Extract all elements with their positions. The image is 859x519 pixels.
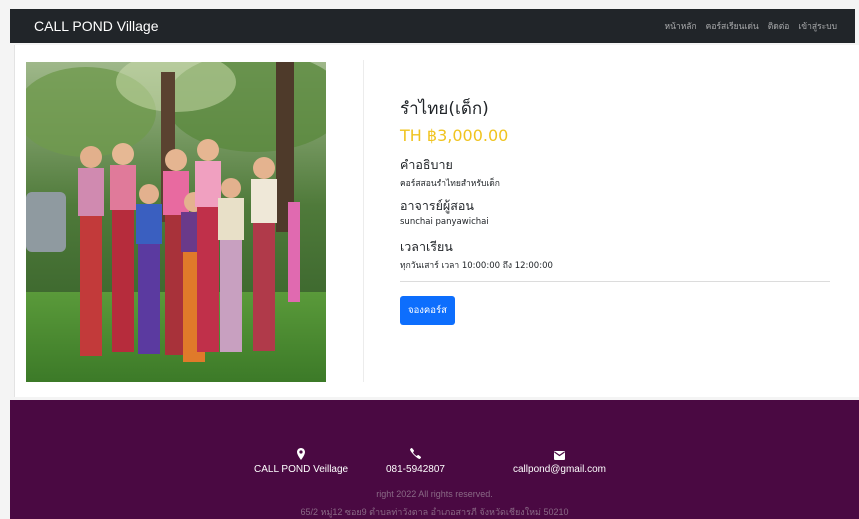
description-label: คำอธิบาย	[400, 157, 453, 172]
schedule-label: เวลาเรียน	[400, 239, 453, 254]
footer-copyright: right 2022 All rights reserved.	[376, 489, 493, 499]
schedule-text: ทุกวันเสาร์ เวลา 10:00:00 ถึง 12:00:00	[400, 261, 553, 271]
course-info: รำไทย(เด็ก) TH ฿3,000.00 คำอธิบาย คอร์สส…	[400, 95, 830, 325]
teacher-name: sunchai panyawichai	[400, 217, 489, 227]
nav-link-home[interactable]: หน้าหลัก	[665, 19, 697, 33]
footer-address: 65/2 หมู่12 ซอย9 ตำบลท่าวังตาล อำเภอสารภ…	[300, 507, 569, 517]
info-divider	[400, 281, 830, 282]
nav-link-contact[interactable]: ติดต่อ	[768, 19, 790, 33]
top-navbar: CALL POND Village หน้าหลัก คอร์สเรียนเด่…	[10, 9, 855, 43]
brand-logo[interactable]: CALL POND Village	[34, 18, 159, 34]
map-marker-icon	[297, 448, 306, 462]
course-card: รำไทย(เด็ก) TH ฿3,000.00 คำอธิบาย คอร์สส…	[14, 45, 859, 397]
nav-link-featured-courses[interactable]: คอร์สเรียนเด่น	[706, 19, 759, 33]
footer-email: callpond@gmail.com	[513, 448, 606, 475]
footer-email-text[interactable]: callpond@gmail.com	[513, 464, 606, 475]
course-photo	[26, 62, 326, 382]
footer-location: CALL POND Veillage	[254, 448, 348, 475]
envelope-icon	[553, 448, 565, 462]
nav-links: หน้าหลัก คอร์สเรียนเด่น ติดต่อ เข้าสู่ระ…	[665, 19, 837, 33]
book-course-button[interactable]: จองคอร์ส	[400, 296, 455, 325]
course-price: TH ฿3,000.00	[400, 126, 509, 145]
phone-icon	[410, 448, 421, 462]
footer-location-text: CALL POND Veillage	[254, 464, 349, 475]
course-title: รำไทย(เด็ก)	[400, 99, 489, 119]
vertical-divider	[363, 60, 364, 382]
teacher-label: อาจารย์ผู้สอน	[400, 198, 474, 213]
description-text: คอร์สสอนรำไทยสำหรับเด็ก	[400, 179, 500, 189]
footer-phone-text[interactable]: 081-5942807	[386, 464, 445, 475]
nav-link-login[interactable]: เข้าสู่ระบบ	[798, 19, 837, 33]
site-footer: CALL POND Veillage 081-5942807 callpond@…	[10, 400, 859, 519]
footer-phone: 081-5942807	[386, 448, 445, 475]
